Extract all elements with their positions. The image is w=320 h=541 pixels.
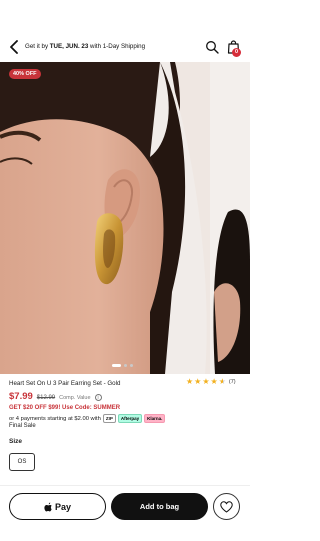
- shipping-message: Get it by TUE, JUN. 23 with 1-Day Shippi…: [25, 43, 145, 50]
- product-image-gallery[interactable]: [0, 62, 250, 374]
- shipping-date: TUE, JUN. 23: [49, 43, 89, 50]
- pagination-dot[interactable]: [130, 364, 133, 367]
- size-label: Size: [9, 438, 23, 445]
- shipping-suffix: with 1-Day Shipping: [88, 43, 146, 50]
- search-icon[interactable]: [205, 40, 219, 54]
- top-bar: Get it by TUE, JUN. 23 with 1-Day Shippi…: [0, 0, 250, 58]
- product-name: Heart Set On U 3 Pair Earring Set - Gold: [9, 380, 121, 387]
- final-sale-label: Final Sale: [9, 423, 36, 429]
- apple-pay-button[interactable]: Pay: [9, 493, 106, 520]
- bag-count-badge: 0: [232, 48, 241, 57]
- installments-message: or 4 payments starting at $2.00 with ZIP…: [9, 414, 166, 423]
- back-arrow-icon[interactable]: [8, 40, 20, 54]
- star-icon: ★: [186, 377, 194, 386]
- info-icon[interactable]: i: [94, 394, 102, 401]
- discount-badge: 40% OFF: [9, 69, 41, 79]
- product-rating[interactable]: ★ ★ ★ ★ ★ (7): [186, 378, 236, 386]
- wishlist-button[interactable]: [213, 493, 240, 520]
- installments-text: or 4 payments starting at $2.00 with: [9, 415, 101, 422]
- half-star-icon: ★: [218, 377, 226, 386]
- divider: [0, 485, 250, 486]
- add-to-bag-button[interactable]: Add to bag: [111, 493, 208, 520]
- gallery-pagination[interactable]: [112, 364, 133, 367]
- comp-value-label: Comp. Value: [59, 395, 91, 401]
- pagination-dot[interactable]: [124, 364, 127, 367]
- apple-pay-label: Pay: [54, 501, 71, 512]
- size-option-os[interactable]: OS: [9, 453, 35, 471]
- star-icon: ★: [194, 377, 202, 386]
- review-count: (7): [228, 379, 236, 385]
- heart-icon: [220, 500, 233, 513]
- apple-icon: [44, 502, 52, 511]
- promo-message: GET $20 OFF $99! Use Code: SUMMER: [9, 405, 121, 411]
- shipping-prefix: Get it by: [25, 43, 50, 50]
- klarna-logo[interactable]: Klarna.: [144, 414, 166, 423]
- star-icon: ★: [210, 377, 218, 386]
- pagination-dot[interactable]: [112, 364, 121, 367]
- price-row: $7.99 $12.99 Comp. Value i: [9, 391, 102, 402]
- afterpay-logo[interactable]: Afterpay: [117, 414, 143, 423]
- product-photo: [0, 62, 250, 374]
- original-price: $12.99: [36, 395, 56, 401]
- sale-price: $7.99: [9, 391, 33, 402]
- star-icon: ★: [202, 377, 210, 386]
- zip-logo[interactable]: ZIP: [102, 414, 116, 423]
